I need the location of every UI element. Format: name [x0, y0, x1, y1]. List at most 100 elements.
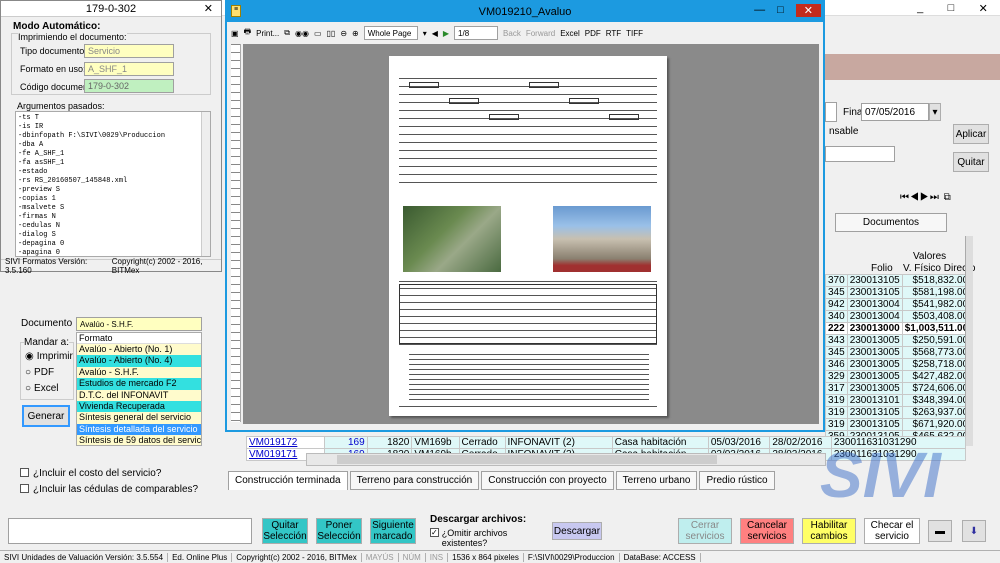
back-label[interactable]: Back — [503, 29, 521, 38]
value-row[interactable]: 329 230013005 $427,482.00 — [825, 370, 972, 383]
single-page-icon[interactable]: ▭ — [314, 29, 322, 38]
bottom-input[interactable] — [8, 518, 252, 544]
first-record-icon[interactable]: ⏮ — [900, 192, 910, 203]
zoom-value: Whole Page — [367, 28, 412, 38]
radio-pdf[interactable]: ○ PDF — [25, 367, 54, 378]
formato-item[interactable]: Síntesis detallada del servicio — [77, 423, 201, 436]
preview-minimize[interactable]: — — [754, 4, 765, 17]
zoom-select[interactable]: Whole Page — [363, 26, 418, 40]
folio-header: Folio — [871, 263, 893, 274]
value-row[interactable]: 345 230013005 $568,773.00 — [825, 346, 972, 359]
value-row[interactable]: 340 230013004 $503,408.00 — [825, 310, 972, 323]
value-row[interactable]: 319 230013101 $348,394.00 — [825, 394, 972, 407]
minimize-button[interactable]: _ — [917, 2, 923, 14]
omitir-check[interactable]: ✓ ¿Omitir archivos existentes? — [430, 528, 540, 548]
poner-seleccion-button[interactable]: Poner Selección — [316, 518, 362, 544]
formato-item[interactable]: Avalúo - Abierto (No. 4) — [77, 355, 201, 367]
formato-item[interactable]: Avalúo - S.H.F. — [77, 366, 201, 379]
input-field[interactable] — [825, 146, 895, 162]
tab-category[interactable]: Construcción terminada — [228, 471, 348, 490]
formato-item[interactable]: Vivienda Recuperada — [77, 400, 201, 413]
tab-category[interactable]: Construcción con proyecto — [481, 471, 614, 490]
maximize-button[interactable]: □ — [948, 2, 955, 14]
value-row[interactable]: 319 230013105 $263,937.00 — [825, 406, 972, 419]
prev-page-icon[interactable]: ◀ — [432, 29, 438, 38]
value-row[interactable]: 222 230013000 $1,003,511.00 — [825, 322, 972, 335]
radio-excel[interactable]: ○ Excel — [25, 383, 59, 394]
value-row[interactable]: 343 230013005 $250,591.00 — [825, 334, 972, 347]
zoom-dropdown-icon[interactable]: ▾ — [423, 29, 427, 38]
formato-list[interactable]: Formato Avalúo - Abierto (No. 1) Avalúo -… — [76, 332, 202, 446]
forward-label[interactable]: Forward — [526, 29, 555, 38]
value-cell-value: $503,408.00 — [901, 310, 972, 323]
copy-icon[interactable]: ⧉ — [944, 192, 952, 203]
next-record-icon[interactable]: ▶ — [920, 192, 930, 203]
preview-maximize[interactable]: □ — [777, 4, 784, 17]
stamp-button[interactable]: ⬇ — [962, 520, 986, 542]
cancelar-servicios-button[interactable]: Cancelar servicios — [740, 518, 794, 544]
layout-icon[interactable]: ▣ — [231, 29, 239, 38]
scroll-thumb[interactable] — [337, 455, 717, 464]
quit-filter-button[interactable]: Quitar — [953, 152, 989, 172]
copy-doc-icon[interactable]: ⧉ — [284, 28, 290, 38]
form-line — [399, 126, 657, 127]
close-button[interactable]: ✕ — [979, 2, 988, 15]
tab-category[interactable]: Terreno para construcción — [349, 471, 480, 490]
formato-item[interactable]: Estudios de mercado F2 — [77, 378, 201, 390]
formato-item[interactable]: D.T.C. del INFONAVIT — [77, 389, 201, 401]
final-date-dropdown[interactable]: ▾ — [929, 103, 941, 121]
formato-item[interactable]: Avalúo - Abierto (No. 1) — [77, 344, 201, 356]
bottom-scrollbar[interactable] — [306, 453, 826, 466]
table-scrollbar[interactable] — [965, 236, 973, 446]
args-scrollbar[interactable] — [201, 112, 210, 256]
preview-close[interactable]: ✕ — [795, 4, 821, 17]
last-record-icon[interactable]: ⏭ — [930, 192, 940, 203]
export-pdf[interactable]: PDF — [585, 29, 601, 38]
args-window-close[interactable]: ✕ — [204, 2, 213, 15]
arg-line: -dba A — [18, 141, 44, 149]
service-cell-type: Casa habitación — [611, 436, 709, 449]
filter-field[interactable] — [825, 102, 837, 122]
value-row[interactable]: 317 230013005 $724,606.00 — [825, 382, 972, 395]
page-value: 1/8 — [458, 28, 470, 38]
page-field[interactable]: 1/8 — [454, 26, 499, 40]
print-label[interactable]: Print... — [256, 29, 279, 38]
quitar-seleccion-button[interactable]: Quitar Selección — [262, 518, 308, 544]
zoom-out-icon[interactable]: ⊖ — [340, 29, 347, 38]
export-tiff[interactable]: TIFF — [626, 29, 643, 38]
prev-record-icon[interactable]: ◀ — [910, 192, 920, 203]
siguiente-marcado-button[interactable]: Siguiente marcado — [370, 518, 416, 544]
formato-item[interactable]: Síntesis de 59 datos del servicio — [77, 435, 201, 445]
habilitar-cambios-button[interactable]: Habilitar cambios — [802, 518, 856, 544]
next-page-icon[interactable]: ▶ — [443, 29, 449, 38]
form-box — [609, 114, 639, 120]
export-rtf[interactable]: RTF — [606, 29, 621, 38]
printer-icon[interactable]: 🖶 — [244, 26, 252, 40]
value-row[interactable]: 370 230013105 $518,832.00 — [825, 274, 972, 287]
zoom-in-icon[interactable]: ⊕ — [352, 29, 359, 38]
preview-window: ≡ VM019210_Avaluo — □ ✕ ▣ 🖶 Print... ⧉ ◉… — [225, 0, 825, 432]
formato-item[interactable]: Síntesis general del servicio — [77, 412, 201, 424]
tab-category[interactable]: Predio rústico — [699, 471, 775, 490]
form-line — [399, 142, 657, 143]
tab-category[interactable]: Terreno urbano — [615, 471, 698, 490]
apply-button[interactable]: Aplicar — [953, 124, 989, 144]
check-cedulas[interactable]: ¿Incluir las cédulas de comparables? — [20, 484, 198, 495]
minus-button[interactable]: ▬ — [928, 520, 952, 542]
final-date-field[interactable]: 07/05/2016 — [861, 103, 929, 121]
value-row[interactable]: 346 230013005 $258,718.00 — [825, 358, 972, 371]
value-row[interactable]: 345 230013105 $581,198.00 — [825, 286, 972, 299]
multi-page-icon[interactable]: ▯▯ — [327, 29, 336, 38]
check-costo[interactable]: ¿Incluir el costo del servicio? — [20, 468, 161, 479]
value-cell-num: 317 — [825, 382, 848, 395]
cerrar-servicios-button[interactable]: Cerrar servicios — [678, 518, 732, 544]
descargar-button[interactable]: Descargar — [552, 522, 602, 540]
binoculars-icon[interactable]: ◉◉ — [295, 29, 309, 38]
value-row[interactable]: 942 230013004 $541,982.00 — [825, 298, 972, 311]
radio-imprimir[interactable]: ◉ Imprimir — [25, 351, 73, 362]
tab-documentos[interactable]: Documentos — [835, 213, 947, 232]
export-excel[interactable]: Excel — [560, 29, 580, 38]
value-row[interactable]: 319 230013105 $671,920.00 — [825, 418, 972, 431]
generar-button[interactable]: Generar — [22, 405, 70, 427]
checar-servicio-button[interactable]: Checar el servicio — [864, 518, 920, 544]
